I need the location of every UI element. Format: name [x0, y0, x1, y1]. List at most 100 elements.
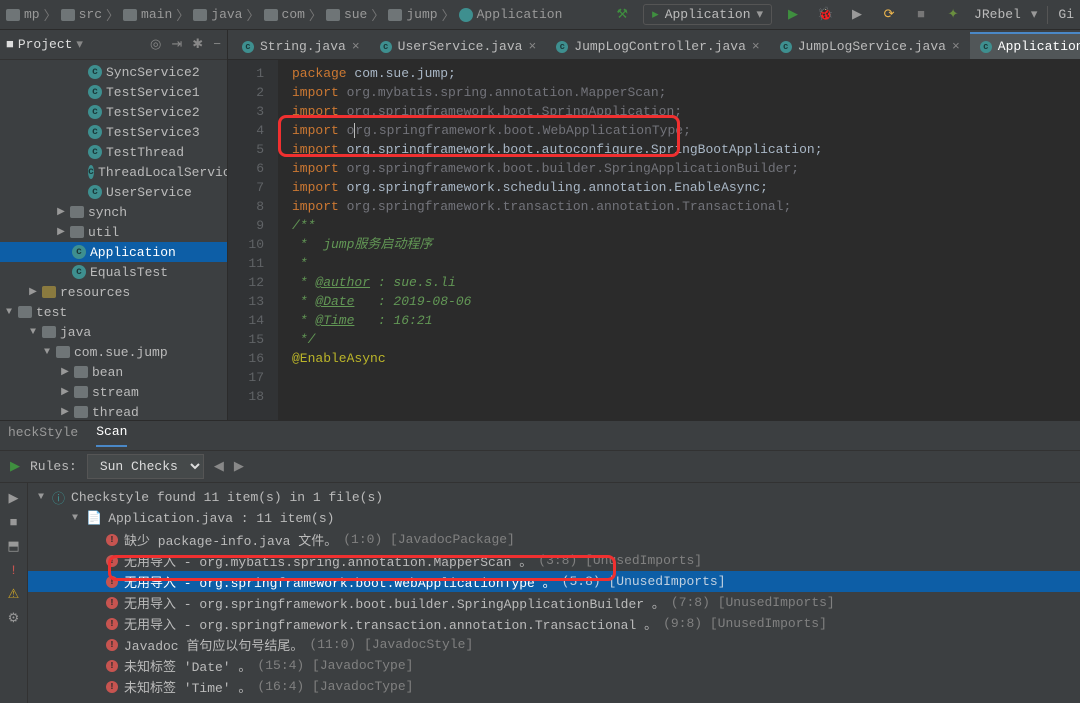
- tree-arrow-icon[interactable]: ▼: [4, 307, 14, 318]
- gutter-button[interactable]: ⚠: [5, 585, 23, 603]
- code-line[interactable]: * jump服务启动程序: [278, 235, 1080, 254]
- error-icon: !: [106, 618, 118, 630]
- code-editor[interactable]: 123456789101112131415161718 package com.…: [228, 60, 1080, 420]
- check-root[interactable]: ▼ⓘCheckstyle found 11 item(s) in 1 file(…: [28, 487, 1080, 508]
- tree-item[interactable]: cTestService2: [0, 102, 227, 122]
- check-file[interactable]: ▼📄Application.java : 11 item(s): [28, 508, 1080, 529]
- stop-icon[interactable]: ■: [910, 4, 932, 26]
- code-line[interactable]: */: [278, 330, 1080, 349]
- rules-select[interactable]: Sun Checks: [87, 454, 204, 479]
- code-line[interactable]: @EnableAsync: [278, 349, 1080, 368]
- gutter-button[interactable]: ▶: [5, 489, 23, 507]
- line-gutter: 123456789101112131415161718: [228, 60, 278, 420]
- code-line[interactable]: import org.springframework.scheduling.an…: [278, 178, 1080, 197]
- tab-checkstyle[interactable]: heckStyle: [8, 425, 78, 446]
- tree-item[interactable]: ▶util: [0, 222, 227, 242]
- tree-arrow-icon[interactable]: ▶: [60, 366, 70, 378]
- close-icon[interactable]: ×: [752, 39, 760, 54]
- tree-item[interactable]: cTestThread: [0, 142, 227, 162]
- tree-item[interactable]: ▶stream: [0, 382, 227, 402]
- tree-arrow-icon[interactable]: ▼: [42, 347, 52, 358]
- tree-arrow-icon[interactable]: ▶: [60, 386, 70, 398]
- breadcrumb-item[interactable]: jump: [388, 7, 437, 22]
- jrebel-label[interactable]: JRebel: [974, 7, 1021, 22]
- breadcrumb-item[interactable]: Application: [459, 7, 563, 22]
- tree-arrow-icon[interactable]: ▶: [56, 206, 66, 218]
- tab-scan[interactable]: Scan: [96, 424, 127, 447]
- tree-item[interactable]: cThreadLocalService: [0, 162, 227, 182]
- tree-item[interactable]: ▼java: [0, 322, 227, 342]
- tree-item[interactable]: cTestService3: [0, 122, 227, 142]
- tree-item[interactable]: cSyncService2: [0, 62, 227, 82]
- class-icon: c: [88, 165, 94, 179]
- prev-icon[interactable]: ◀: [214, 459, 224, 474]
- close-icon[interactable]: ×: [352, 39, 360, 54]
- checkstyle-results[interactable]: ▼ⓘCheckstyle found 11 item(s) in 1 file(…: [28, 483, 1080, 703]
- code-line[interactable]: *: [278, 254, 1080, 273]
- tree-item[interactable]: ▶bean: [0, 362, 227, 382]
- run-icon[interactable]: ▶: [782, 4, 804, 26]
- tree-arrow-icon[interactable]: ▶: [60, 406, 70, 418]
- check-item[interactable]: !未知标签 'Time' 。 (16:4) [JavadocType]: [28, 676, 1080, 697]
- gutter-button[interactable]: ⚙: [5, 609, 23, 627]
- check-item[interactable]: !Javadoc 首句应以句号结尾。 (11:0) [JavadocStyle]: [28, 634, 1080, 655]
- tree-item[interactable]: ▶thread: [0, 402, 227, 420]
- gutter-button[interactable]: !: [5, 561, 23, 579]
- tree-item[interactable]: cTestService1: [0, 82, 227, 102]
- project-tree[interactable]: cSyncService2cTestService1cTestService2c…: [0, 60, 227, 420]
- profile-icon[interactable]: ⟳: [878, 4, 900, 26]
- code-line[interactable]: import org.springframework.transaction.a…: [278, 197, 1080, 216]
- check-item[interactable]: !无用导入 - org.springframework.transaction.…: [28, 613, 1080, 634]
- tree-item[interactable]: ▼com.sue.jump: [0, 342, 227, 362]
- code-line[interactable]: /**: [278, 216, 1080, 235]
- code-content[interactable]: package com.sue.jump;import org.mybatis.…: [278, 60, 1080, 420]
- next-icon[interactable]: ▶: [234, 459, 244, 474]
- gutter-button[interactable]: ■: [5, 513, 23, 531]
- locate-icon[interactable]: ◎: [150, 37, 161, 52]
- run-config-selector[interactable]: ▸ Application ▾: [643, 4, 772, 25]
- tree-item[interactable]: cEqualsTest: [0, 262, 227, 282]
- hide-icon[interactable]: −: [213, 37, 221, 52]
- editor-tab[interactable]: cString.java×: [232, 32, 370, 59]
- tree-arrow-icon[interactable]: ▼: [28, 327, 38, 338]
- code-line[interactable]: * @author : sue.s.li: [278, 273, 1080, 292]
- gutter-button[interactable]: ⬒: [5, 537, 23, 555]
- breadcrumb-item[interactable]: java: [193, 7, 242, 22]
- tree-item[interactable]: cUserService: [0, 182, 227, 202]
- editor-tab[interactable]: cJumpLogService.java×: [770, 32, 970, 59]
- breadcrumb-item[interactable]: sue: [326, 7, 367, 22]
- editor-tab[interactable]: cJumpLogController.java×: [546, 32, 769, 59]
- tree-arrow-icon[interactable]: ▶: [56, 226, 66, 238]
- check-item[interactable]: !无用导入 - org.springframework.boot.WebAppl…: [28, 571, 1080, 592]
- close-icon[interactable]: ×: [528, 39, 536, 54]
- hammer-icon[interactable]: ⚒: [611, 4, 633, 26]
- editor-tab[interactable]: cUserService.java×: [370, 32, 547, 59]
- code-line[interactable]: import org.mybatis.spring.annotation.Map…: [278, 83, 1080, 102]
- code-line[interactable]: package com.sue.jump;: [278, 64, 1080, 83]
- debug-icon[interactable]: 🐞: [814, 4, 836, 26]
- rocket-icon[interactable]: ✦: [942, 4, 964, 26]
- settings-icon[interactable]: ✱: [192, 37, 203, 52]
- editor-tab[interactable]: cApplication.java×: [970, 32, 1080, 59]
- check-item[interactable]: !无用导入 - org.mybatis.spring.annotation.Ma…: [28, 550, 1080, 571]
- check-item[interactable]: !缺少 package-info.java 文件。 (1:0) [Javadoc…: [28, 529, 1080, 550]
- code-line[interactable]: import org.springframework.boot.builder.…: [278, 159, 1080, 178]
- check-item[interactable]: !未知标签 'Date' 。 (15:4) [JavadocType]: [28, 655, 1080, 676]
- code-line[interactable]: * @Time : 16:21: [278, 311, 1080, 330]
- tree-item[interactable]: ▶synch: [0, 202, 227, 222]
- breadcrumb-item[interactable]: com: [264, 7, 305, 22]
- play-icon[interactable]: ▶: [10, 459, 20, 474]
- tree-item[interactable]: ▼test: [0, 302, 227, 322]
- tree-item[interactable]: cApplication: [0, 242, 227, 262]
- breadcrumb-item[interactable]: main: [123, 7, 172, 22]
- check-item[interactable]: !无用导入 - org.springframework.boot.builder…: [28, 592, 1080, 613]
- coverage-icon[interactable]: ▶: [846, 4, 868, 26]
- breadcrumb-item[interactable]: mp: [6, 7, 40, 22]
- collapse-icon[interactable]: ⇥: [171, 37, 182, 52]
- close-icon[interactable]: ×: [952, 39, 960, 54]
- breadcrumb-item[interactable]: src: [61, 7, 102, 22]
- code-line[interactable]: * @Date : 2019-08-06: [278, 292, 1080, 311]
- tree-arrow-icon[interactable]: ▶: [28, 286, 38, 298]
- project-panel-title[interactable]: ■Project▾: [6, 37, 83, 52]
- tree-item[interactable]: ▶resources: [0, 282, 227, 302]
